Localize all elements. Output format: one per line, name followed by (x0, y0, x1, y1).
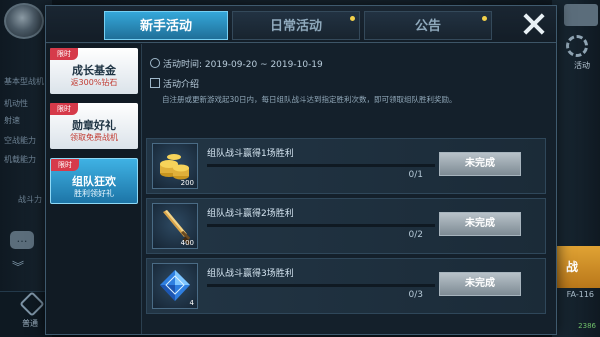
tab-daily-activity[interactable]: 日常活动 (232, 11, 360, 40)
chevron-down-icon[interactable]: ︾ (12, 258, 24, 275)
sidebar-item-subtitle: 领取免费战机 (70, 133, 118, 142)
limited-badge: 限时 (51, 159, 79, 171)
reward-slot[interactable]: 400 (152, 203, 198, 249)
task-progress-text: 0/3 (408, 290, 423, 300)
activity-description: 自注册或更新游戏起30日内，每日组队战斗达到指定胜利次数，即可领取组队胜利奖励。 (162, 95, 457, 104)
mode-label: 普通 (22, 319, 38, 328)
task-row: 400 组队战斗赢得2场胜利 0/2 未完成 (146, 198, 546, 254)
tab-newbie-activity[interactable]: 新手活动 (104, 11, 228, 40)
sidebar-item-medal-gift[interactable]: 限时 勋章好礼 领取免费战机 (50, 103, 138, 149)
reward-quantity: 200 (180, 179, 194, 187)
sidebar-item-title: 组队狂欢 (72, 175, 116, 188)
reward-quantity: 4 (189, 299, 194, 307)
clock-icon (150, 58, 160, 68)
incomplete-button[interactable]: 未完成 (439, 272, 521, 296)
player-avatar[interactable] (4, 3, 44, 39)
activity-label: 活动 (574, 61, 590, 70)
activity-sidebar: 限时 成长基金 返300%钻石 限时 勋章好礼 领取免费战机 限时 组队狂欢 胜… (46, 44, 142, 334)
tab-announcement[interactable]: 公告 (364, 11, 492, 40)
task-row: 200 组队战斗赢得1场胜利 0/1 未完成 (146, 138, 546, 194)
bg-label: 机动性 (4, 99, 28, 108)
sidebar-item-team-carnival[interactable]: 限时 组队狂欢 胜利领好礼 (50, 158, 138, 204)
task-progress-bar (207, 164, 435, 167)
task-title: 组队战斗赢得2场胜利 (207, 209, 294, 219)
limited-badge: 限时 (50, 48, 78, 60)
sidebar-item-subtitle: 返300%钻石 (70, 78, 118, 87)
close-icon[interactable] (518, 8, 550, 40)
token-count: 2386 (578, 322, 596, 330)
fight-button[interactable]: 战 (556, 246, 600, 288)
bg-label: 战斗力 (18, 195, 42, 204)
activity-content: 活动时间: 2019-09-20 ~ 2019-10-19 活动介绍 自注册或更… (146, 44, 554, 334)
incomplete-button[interactable]: 未完成 (439, 152, 521, 176)
activity-time: 活动时间: 2019-09-20 ~ 2019-10-19 (150, 57, 323, 70)
top-right-badge[interactable] (564, 4, 598, 26)
limited-badge: 限时 (50, 103, 78, 115)
task-progress-text: 0/2 (408, 230, 423, 240)
plane-code: FA-116 (566, 290, 594, 299)
reward-quantity: 400 (180, 239, 194, 247)
task-title: 组队战斗赢得1场胜利 (207, 149, 294, 159)
activity-intro: 活动介绍 (150, 77, 199, 90)
activity-gear-icon[interactable] (566, 35, 588, 57)
notification-dot (350, 16, 355, 21)
tab-bar: 新手活动 日常活动 公告 (46, 6, 556, 43)
bg-label: 机载能力 (4, 155, 36, 164)
notification-dot (482, 16, 487, 21)
task-progress-text: 0/1 (408, 170, 423, 180)
task-progress-bar (207, 224, 435, 227)
activity-intro-label: 活动介绍 (163, 80, 200, 90)
bg-label: 基本型战机 (4, 77, 44, 86)
chat-icon[interactable]: … (10, 231, 34, 249)
task-row: 4 组队战斗赢得3场胜利 0/3 未完成 (146, 258, 546, 314)
tab-label: 日常活动 (269, 19, 322, 34)
task-title: 组队战斗赢得3场胜利 (207, 269, 294, 279)
document-icon (150, 78, 160, 88)
sidebar-item-title: 勋章好礼 (72, 119, 116, 132)
tab-label: 新手活动 (139, 19, 192, 34)
task-progress-bar (207, 284, 435, 287)
bg-label: 射速 (4, 116, 20, 125)
sidebar-item-subtitle: 胜利领好礼 (74, 189, 114, 198)
reward-slot[interactable]: 4 (152, 263, 198, 309)
reward-slot[interactable]: 200 (152, 143, 198, 189)
activity-modal: 新手活动 日常活动 公告 限时 成长基金 返300%钻石 限时 勋章好礼 领取免… (45, 5, 557, 335)
sidebar-item-growth-fund[interactable]: 限时 成长基金 返300%钻石 (50, 48, 138, 94)
incomplete-button[interactable]: 未完成 (439, 212, 521, 236)
tab-label: 公告 (414, 19, 441, 34)
activity-time-text: 活动时间: 2019-09-20 ~ 2019-10-19 (163, 60, 323, 70)
sidebar-item-title: 成长基金 (72, 64, 116, 77)
bg-label: 空战能力 (4, 136, 36, 145)
